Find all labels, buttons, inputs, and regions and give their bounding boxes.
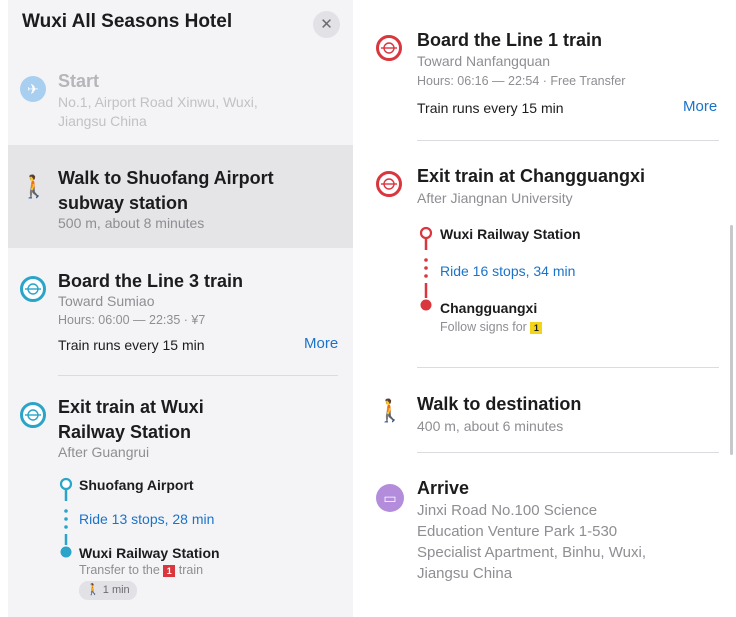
arrive-address-line4: Jiangsu China [417, 565, 513, 582]
arrive-title: Arrive [417, 478, 470, 498]
arrive-address-line1: Jinxi Road No.100 Science [417, 502, 598, 519]
board3-more-link[interactable]: More [304, 335, 338, 352]
start-address: No.1, Airport Road Xinwu, Wuxi, [58, 94, 258, 110]
walk2-detail: 400 m, about 6 minutes [417, 418, 564, 434]
metro-icon [376, 35, 402, 61]
divider [417, 452, 719, 453]
destination-title: Wuxi All Seasons Hotel [22, 11, 233, 32]
step-arrive[interactable]: ▭ Arrive Jinxi Road No.100 Science Educa… [364, 474, 734, 589]
step-exit-wuxi-railway[interactable]: Exit train at Wuxi Railway Station After… [8, 390, 353, 610]
exit3-title-line1: Exit train at Wuxi [58, 397, 204, 417]
exit1-title: Exit train at Changguangxi [417, 166, 646, 186]
exit1-signs-note: Follow signs for 1 [440, 320, 543, 334]
exit3-to-stop: Wuxi Railway Station [79, 545, 220, 561]
line1-badge: 1 [163, 564, 176, 577]
board1-more-link[interactable]: More [683, 98, 717, 115]
directions-panel-left: Wuxi All Seasons Hotel ✕ ✈ Start No.1, A… [8, 0, 353, 617]
directions-panel-right: Board the Line 1 train Toward Nanfangqua… [364, 0, 734, 617]
board3-title: Board the Line 3 train [58, 271, 244, 291]
exit3-title-line2: Railway Station [58, 422, 192, 442]
exit1-from-stop: Wuxi Railway Station [440, 226, 581, 242]
step-exit-changguangxi[interactable]: Exit train at Changguangxi After Jiangna… [364, 163, 734, 353]
exit-sign-badge: 1 [530, 321, 543, 334]
board1-toward: Toward Nanfangquan [417, 53, 551, 69]
board1-frequency: Train runs every 15 min [417, 100, 564, 116]
transfer-walk-chip: 🚶 1 min [79, 581, 137, 600]
close-button[interactable]: ✕ [313, 11, 340, 38]
start-address-line2: Jiangsu China [58, 113, 147, 129]
directions-header: Wuxi All Seasons Hotel ✕ [8, 0, 353, 48]
pedestrian-icon: 🚶 [376, 398, 404, 423]
exit3-transfer-note: Transfer to the 1 train [79, 563, 204, 577]
pedestrian-icon: 🚶 [20, 174, 48, 199]
airplane-icon: ✈ [20, 76, 46, 102]
exit3-after: After Guangrui [58, 444, 150, 460]
board3-hours: Hours: 06:00 — 22:35 · ¥7 [58, 313, 206, 327]
board1-hours: Hours: 06:16 — 22:54 · Free Transfer [417, 74, 626, 88]
board3-frequency: Train runs every 15 min [58, 337, 205, 353]
bed-icon: ▭ [376, 484, 404, 512]
board1-title: Board the Line 1 train [417, 30, 603, 50]
exit1-ride-info[interactable]: Ride 16 stops, 34 min [440, 263, 575, 279]
route-line-1 [419, 226, 433, 311]
walk-title-line2: subway station [58, 193, 189, 213]
walk-detail: 500 m, about 8 minutes [58, 215, 205, 231]
divider [417, 367, 719, 368]
arrive-address-line3: Specialist Apartment, Binhu, Wuxi, [417, 544, 646, 561]
step-board-line1[interactable]: Board the Line 1 train Toward Nanfangqua… [364, 28, 734, 128]
arrive-address-line2: Education Venture Park 1-530 [417, 523, 618, 540]
walk2-title: Walk to destination [417, 394, 582, 414]
step-walk-to-destination[interactable]: 🚶 Walk to destination 400 m, about 6 min… [364, 389, 734, 445]
exit1-after: After Jiangnan University [417, 190, 573, 206]
metro-icon [20, 276, 46, 302]
metro-icon [20, 402, 46, 428]
route-line-3 [59, 477, 73, 558]
exit1-to-stop: Changguangxi [440, 300, 538, 316]
walk-title-line1: Walk to Shuofang Airport [58, 168, 274, 188]
step-board-line3[interactable]: Board the Line 3 train Toward Sumiao Hou… [8, 260, 353, 368]
scrollbar[interactable] [730, 225, 733, 455]
start-title: Start [58, 71, 100, 91]
board3-toward: Toward Sumiao [58, 293, 155, 309]
exit3-ride-info[interactable]: Ride 13 stops, 28 min [79, 511, 214, 527]
exit3-from-stop: Shuofang Airport [79, 477, 194, 493]
divider [417, 140, 719, 141]
step-start[interactable]: ✈ Start No.1, Airport Road Xinwu, Wuxi, … [8, 60, 353, 140]
divider [58, 375, 338, 376]
pedestrian-icon: 🚶 [86, 584, 100, 596]
metro-icon [376, 171, 402, 197]
